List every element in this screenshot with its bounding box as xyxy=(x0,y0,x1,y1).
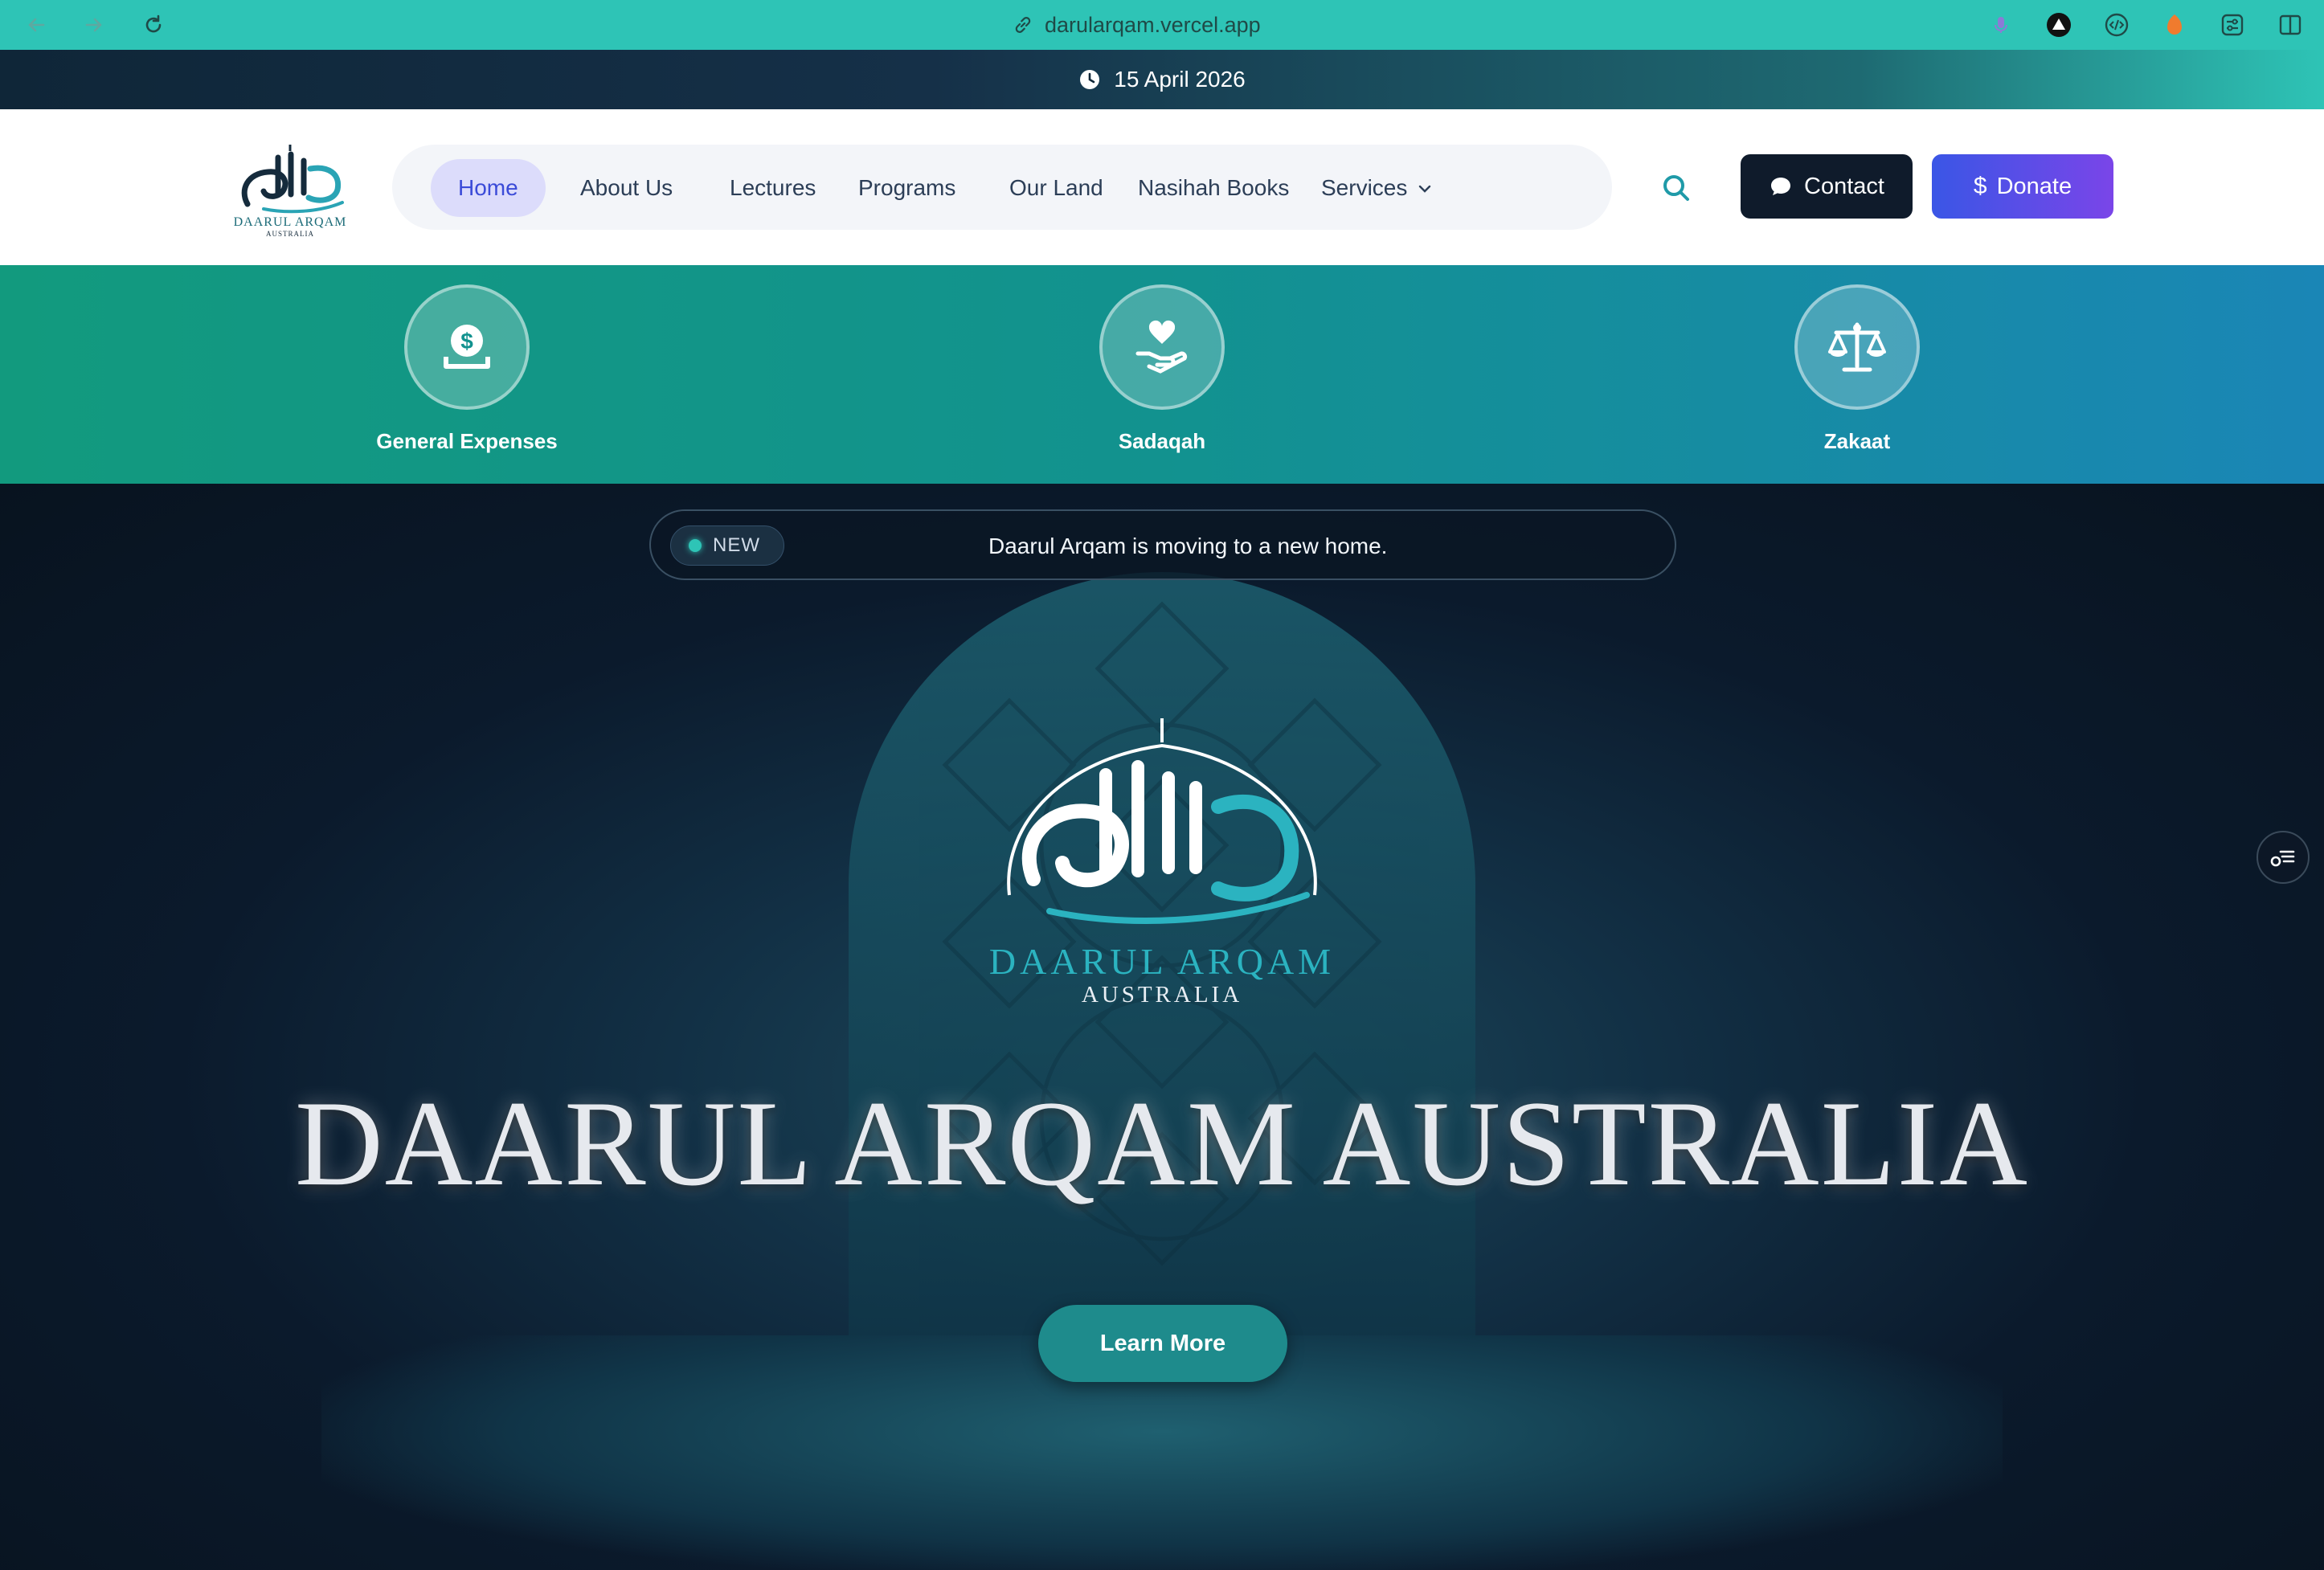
money-bag-icon: $ xyxy=(404,284,530,410)
chat-bubble-icon xyxy=(1771,178,1791,195)
back-icon[interactable] xyxy=(21,10,51,40)
announcement-bar[interactable]: NEW Daarul Arqam is moving to a new home… xyxy=(649,509,1676,580)
vercel-extension-icon[interactable] xyxy=(2044,10,2073,39)
nav-about-us[interactable]: About Us xyxy=(553,159,700,217)
nav-programs[interactable]: Programs xyxy=(831,159,983,217)
emblem-title: DAARUL ARQAM xyxy=(988,941,1336,982)
donation-label: General Expenses xyxy=(376,429,558,453)
nav-home[interactable]: Home xyxy=(431,159,546,217)
sidebar-toggle-icon[interactable] xyxy=(2276,10,2305,39)
donation-sadaqah[interactable]: Sadaqah xyxy=(1041,284,1283,454)
accessibility-options-icon[interactable] xyxy=(2256,831,2310,884)
logo-title: DAARUL ARQAM xyxy=(233,215,347,229)
donation-label: Zakaat xyxy=(1823,429,1891,453)
hero-emblem xyxy=(985,710,1339,975)
donation-general-expenses[interactable]: $ General Expenses xyxy=(346,284,587,454)
site-logo[interactable]: DAARUL ARQAM AUSTRALIA xyxy=(231,141,349,238)
forward-icon[interactable] xyxy=(79,10,109,40)
status-dot-icon xyxy=(689,539,702,552)
donate-label: Donate xyxy=(1996,173,2072,199)
logo-subtitle: AUSTRALIA xyxy=(266,230,314,238)
emblem-subtitle: AUSTRALIA xyxy=(1081,982,1243,1008)
learn-more-button[interactable]: Learn More xyxy=(1038,1305,1287,1382)
orange-extension-icon[interactable] xyxy=(2160,10,2189,39)
url-text: darularqam.vercel.app xyxy=(1045,12,1261,37)
hand-heart-icon xyxy=(1099,284,1225,410)
badge-label: NEW xyxy=(713,534,760,556)
current-date: 15 April 2026 xyxy=(1114,67,1246,92)
emblem-calligraphy-icon xyxy=(1007,718,1317,924)
reload-icon[interactable] xyxy=(138,10,169,40)
main-navigation: Home About Us Lectures Programs Our Land… xyxy=(392,145,1612,230)
dollar-icon: $ xyxy=(1973,173,1987,199)
site-header: DAARUL ARQAM AUSTRALIA Home About Us Lec… xyxy=(0,109,2324,265)
donation-categories: $ General Expenses Sadaqah Zakaat xyxy=(0,265,2324,484)
logo-calligraphy-icon xyxy=(241,145,344,214)
address-bar[interactable]: darularqam.vercel.app xyxy=(1013,10,1261,40)
microphone-icon[interactable] xyxy=(1986,10,2015,39)
contact-label: Contact xyxy=(1804,173,1884,199)
announcement-text: Daarul Arqam is moving to a new home. xyxy=(988,534,1388,558)
code-extension-icon[interactable] xyxy=(2102,10,2131,39)
scale-icon xyxy=(1794,284,1920,410)
nav-services-label: Services xyxy=(1321,175,1408,200)
new-badge: NEW xyxy=(670,525,784,566)
svg-text:$: $ xyxy=(460,329,473,354)
hero-title: DAARUL ARQAM AUSTRALIA xyxy=(294,1076,2030,1211)
browser-toolbar: darularqam.vercel.app xyxy=(0,0,2324,50)
nav-lectures[interactable]: Lectures xyxy=(702,159,843,217)
contact-button[interactable]: Contact xyxy=(1741,154,1913,219)
donation-label: Sadaqah xyxy=(1118,429,1206,453)
nav-services[interactable]: Services xyxy=(1294,159,1471,217)
clock-icon xyxy=(1080,70,1100,89)
search-icon[interactable] xyxy=(1660,172,1692,204)
donation-zakaat[interactable]: Zakaat xyxy=(1737,284,1978,454)
settings-panel-icon[interactable] xyxy=(2218,10,2247,39)
nav-our-land[interactable]: Our Land xyxy=(982,159,1131,217)
donate-button[interactable]: $ Donate xyxy=(1932,154,2113,219)
date-bar: 15 April 2026 xyxy=(0,50,2324,109)
hero-section: NEW Daarul Arqam is moving to a new home… xyxy=(0,484,2324,1570)
link-icon xyxy=(1015,17,1031,33)
chevron-down-icon xyxy=(1419,185,1431,193)
nav-nasihah-books[interactable]: Nasihah Books xyxy=(1111,159,1316,217)
